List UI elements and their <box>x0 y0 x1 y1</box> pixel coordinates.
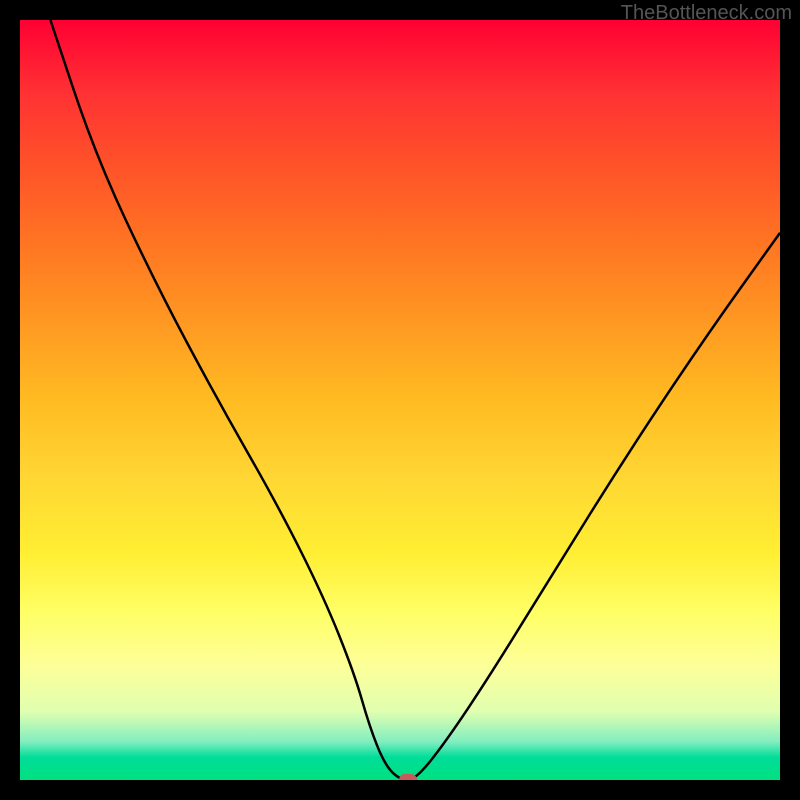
bottleneck-curve <box>20 20 780 780</box>
current-point-marker <box>399 774 417 780</box>
plot-area <box>20 20 780 780</box>
watermark-text: TheBottleneck.com <box>621 2 792 25</box>
